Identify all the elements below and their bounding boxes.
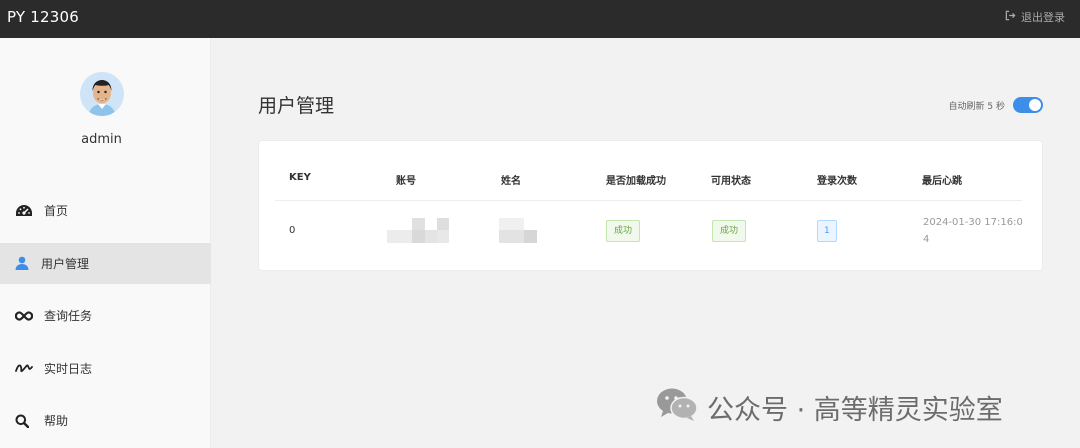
- username: admin: [81, 132, 122, 147]
- sidebar-item-label: 帮助: [44, 414, 69, 428]
- dashboard-icon: [15, 204, 33, 218]
- page-title: 用户管理: [258, 95, 335, 117]
- top-bar: PY 12306 退出登录: [0, 0, 1080, 38]
- toggle-knob: [1029, 99, 1041, 111]
- avatar[interactable]: [80, 72, 124, 116]
- sidebar-item-home[interactable]: 首页: [0, 190, 211, 231]
- logout-label: 退出登录: [1021, 11, 1065, 24]
- auto-refresh-label: 自动刷新 5 秒: [948, 101, 1005, 112]
- sidebar-item-label: 实时日志: [44, 361, 93, 376]
- app-title[interactable]: PY 12306: [7, 8, 79, 26]
- sidebar-item-label: 查询任务: [44, 309, 93, 323]
- logout-button[interactable]: 退出登录: [1005, 9, 1065, 25]
- column-header-status[interactable]: 可用状态: [711, 172, 751, 187]
- sidebar: admin 首页 用户管理 查询任务 实时日志 帮助: [0, 38, 211, 448]
- column-header-loaded[interactable]: 是否加载成功: [606, 172, 666, 187]
- column-header-name[interactable]: 姓名: [501, 172, 521, 187]
- search-icon: [15, 414, 33, 428]
- sidebar-nav: 首页 用户管理 查询任务 实时日志 帮助: [0, 190, 211, 448]
- column-header-key[interactable]: KEY: [289, 172, 311, 183]
- column-header-heartbeat[interactable]: 最后心跳: [922, 172, 962, 187]
- column-header-account[interactable]: 账号: [396, 172, 416, 187]
- sidebar-item-live-log[interactable]: 实时日志: [0, 348, 211, 389]
- login-count-badge: 1: [817, 220, 837, 242]
- sidebar-item-users[interactable]: 用户管理: [0, 242, 211, 284]
- wechat-icon: [655, 386, 699, 429]
- watermark-text: 公众号 · 高等精灵实验室: [707, 395, 1003, 426]
- available-status-badge: 成功: [712, 220, 747, 242]
- auto-refresh-control: 自动刷新 5 秒: [949, 97, 1043, 113]
- sidebar-item-help[interactable]: 帮助: [0, 400, 211, 441]
- users-table: KEY 账号 姓名 是否加载成功 可用状态 登录次数 最后心跳 0 成功 成功 …: [258, 140, 1043, 271]
- cell-heartbeat: 2024-01-30 17:16:04: [923, 217, 1023, 245]
- user-icon: [15, 256, 33, 270]
- loaded-status-badge: 成功: [606, 220, 641, 242]
- infinity-icon: [15, 309, 33, 323]
- watermark: 公众号 · 高等精灵实验室: [655, 386, 1003, 429]
- column-header-login-count[interactable]: 登录次数: [817, 172, 857, 187]
- logout-icon: [1005, 10, 1016, 24]
- sidebar-item-query-tasks[interactable]: 查询任务: [0, 295, 211, 336]
- sidebar-item-label: 首页: [44, 204, 69, 218]
- squiggle-icon: [15, 361, 33, 375]
- auto-refresh-toggle[interactable]: [1013, 97, 1043, 113]
- cell-key: 0: [289, 225, 296, 236]
- sidebar-item-label: 用户管理: [41, 256, 90, 271]
- header-divider: [275, 200, 1022, 201]
